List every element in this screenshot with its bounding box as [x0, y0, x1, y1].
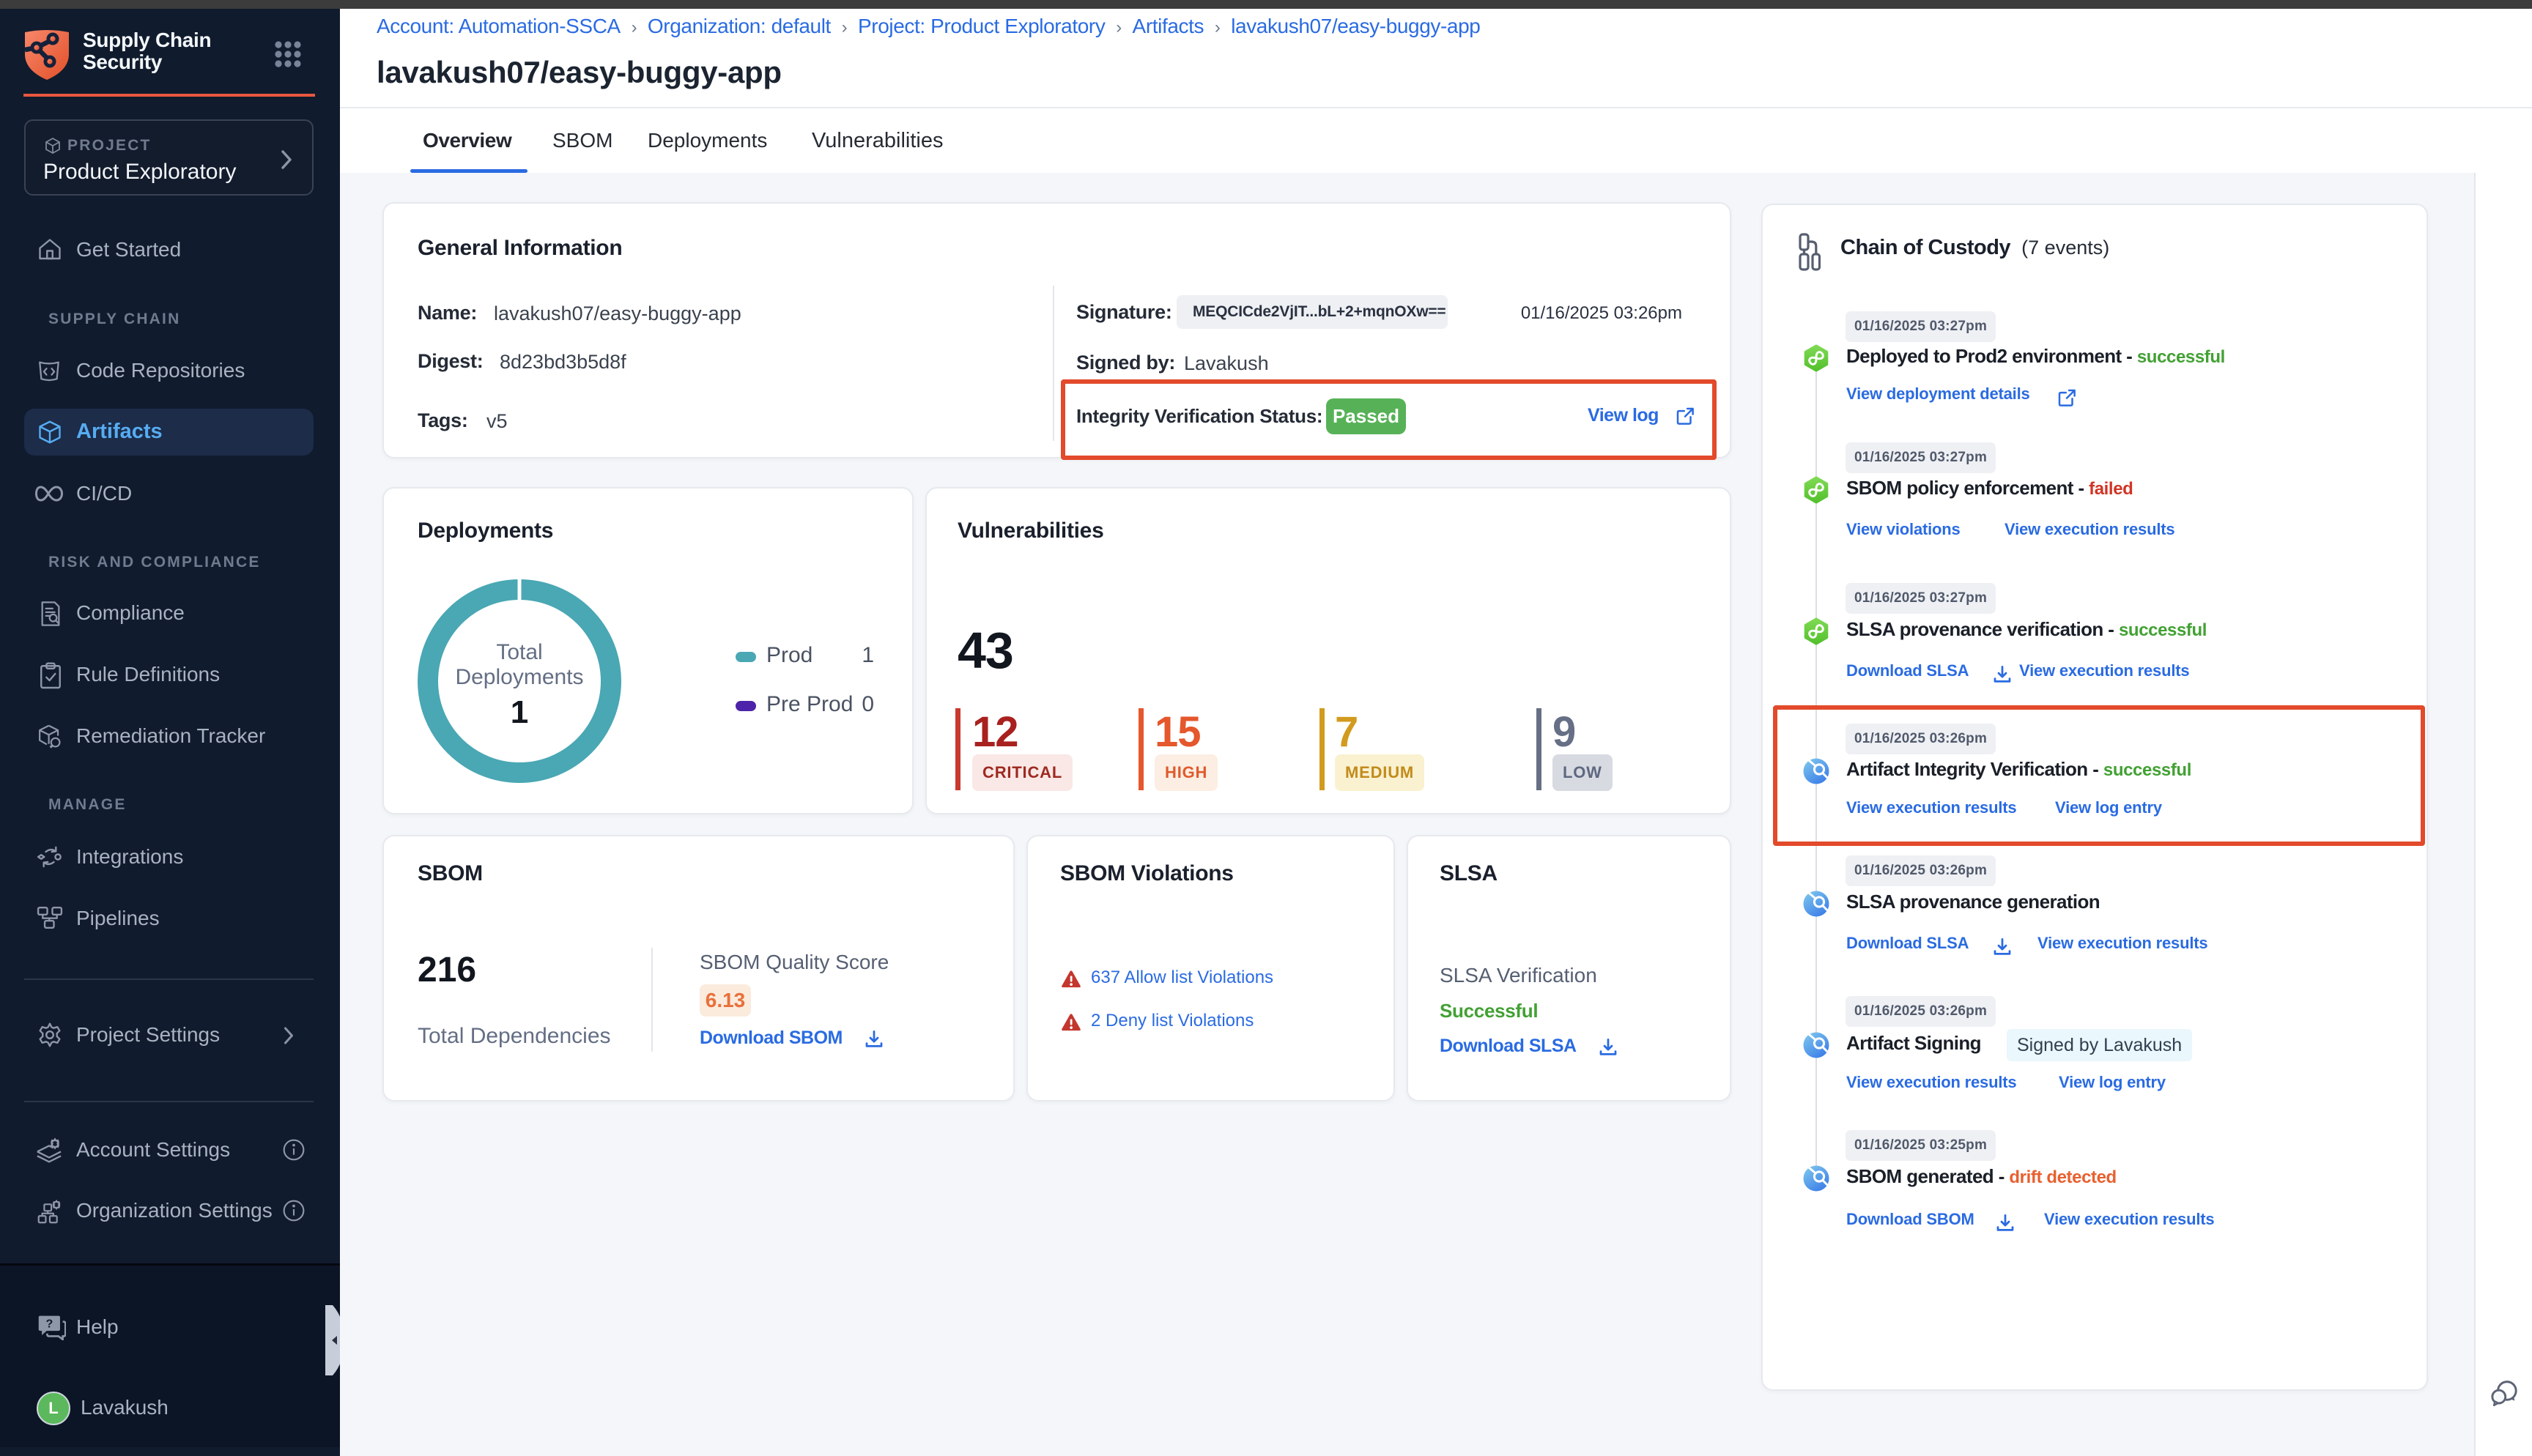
svg-text:?: ?: [45, 1317, 53, 1330]
